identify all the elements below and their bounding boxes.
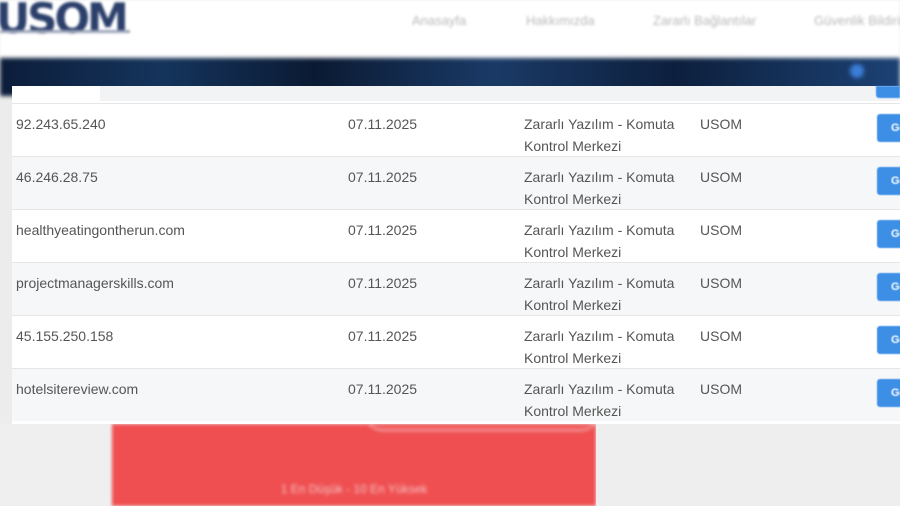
table-row: 46.246.28.75 07.11.2025 Zararlı Yazılım … — [12, 156, 900, 209]
background-score-card: 1 En Düşük - 10 En Yüksek — [112, 424, 602, 506]
background-panel-left — [0, 424, 112, 506]
cell-type: Zararlı Yazılım - Komuta Kontrol Merkezi — [524, 169, 675, 207]
top-navigation-bar: USOM Anasayfa Hakkımızda Zararlı Bağlant… — [0, 0, 900, 58]
view-button[interactable]: Gö — [877, 379, 900, 407]
cell-host: hotelsitereview.com — [16, 381, 139, 397]
malicious-links-table: 92.243.65.240 07.11.2025 Zararlı Yazılım… — [12, 86, 900, 424]
view-button[interactable]: Gö — [877, 326, 900, 354]
cell-host: 92.243.65.240 — [16, 116, 106, 132]
banner-dot — [850, 64, 864, 78]
nav-link-home[interactable]: Anasayfa — [412, 13, 466, 28]
cell-type: Zararlı Yazılım - Komuta Kontrol Merkezi — [524, 275, 675, 313]
cell-type: Zararlı Yazılım - Komuta Kontrol Merkezi — [524, 328, 675, 366]
cell-date: 07.11.2025 — [348, 222, 418, 238]
table-row: 92.243.65.240 07.11.2025 Zararlı Yazılım… — [12, 103, 900, 156]
cell-type: Zararlı Yazılım - Komuta Kontrol Merkezi — [524, 381, 675, 419]
cell-date: 07.11.2025 — [348, 116, 418, 132]
cell-source: USOM — [700, 222, 742, 238]
table-row: projectmanagerskills.com 07.11.2025 Zara… — [12, 262, 900, 315]
previous-row-button-stub[interactable] — [876, 86, 900, 98]
background-panel-right — [596, 424, 900, 506]
cell-source: USOM — [700, 116, 742, 132]
cell-source: USOM — [700, 381, 742, 397]
cell-host: 46.246.28.75 — [16, 169, 98, 185]
score-scale-text: 1 En Düşük - 10 En Yüksek — [280, 482, 428, 496]
nav-link-malicious-links[interactable]: Zararlı Bağlantılar — [653, 13, 756, 28]
table-row: healthyeatingontherun.com 07.11.2025 Zar… — [12, 209, 900, 262]
cell-source: USOM — [700, 275, 742, 291]
cell-type: Zararlı Yazılım - Komuta Kontrol Merkezi — [524, 222, 675, 260]
table-row: hotelsitereview.com 07.11.2025 Zararlı Y… — [12, 368, 900, 421]
cell-host: projectmanagerskills.com — [16, 275, 174, 291]
table-row: 45.155.250.158 07.11.2025 Zararlı Yazılı… — [12, 315, 900, 368]
cell-source: USOM — [700, 328, 742, 344]
view-button[interactable]: Gö — [877, 114, 900, 142]
cell-date: 07.11.2025 — [348, 328, 418, 344]
view-button[interactable]: Gö — [877, 220, 900, 248]
cell-type: Zararlı Yazılım - Komuta Kontrol Merkezi — [524, 116, 675, 154]
cell-source: USOM — [700, 169, 742, 185]
nav-link-security-notices[interactable]: Güvenlik Bildirimleri — [814, 13, 900, 28]
main-nav: Anasayfa Hakkımızda Zararlı Bağlantılar … — [0, 13, 900, 33]
cell-host: 45.155.250.158 — [16, 328, 114, 344]
cell-date: 07.11.2025 — [348, 169, 418, 185]
cell-date: 07.11.2025 — [348, 381, 418, 397]
view-button[interactable]: Gö — [877, 167, 900, 195]
table-header-strip — [100, 86, 900, 101]
view-button[interactable]: Gö — [877, 273, 900, 301]
nav-link-about[interactable]: Hakkımızda — [526, 13, 595, 28]
cell-date: 07.11.2025 — [348, 275, 418, 291]
cell-host: healthyeatingontherun.com — [16, 222, 185, 238]
